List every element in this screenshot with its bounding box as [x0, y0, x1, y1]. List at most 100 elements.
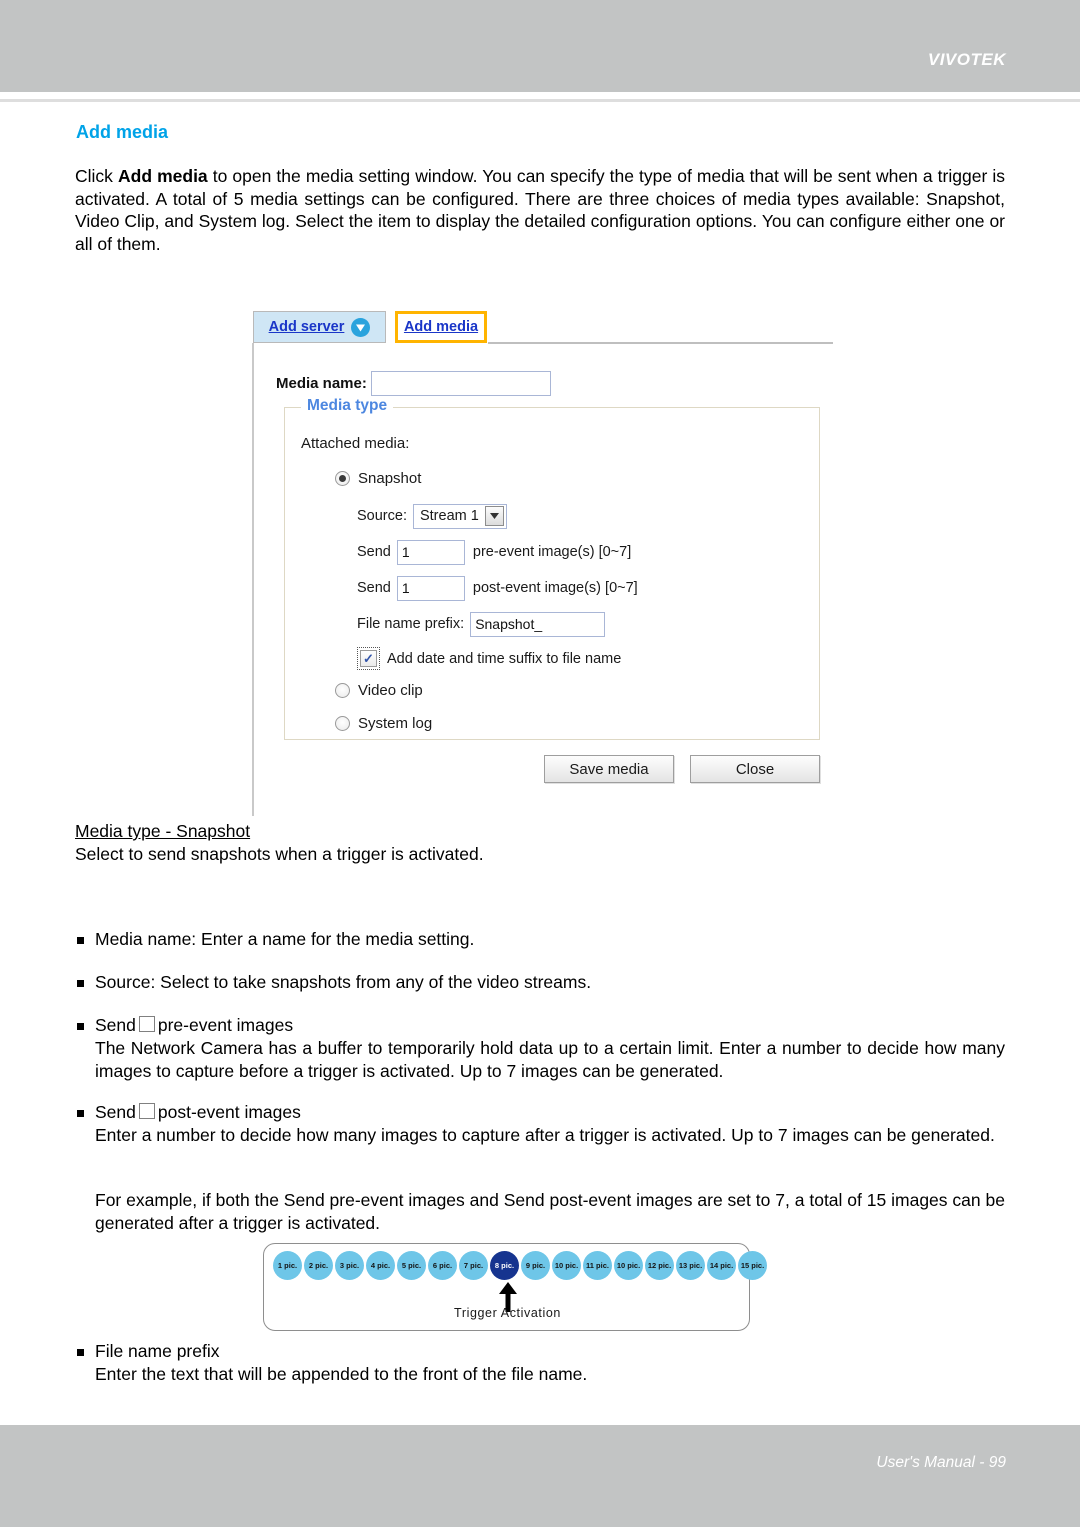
source-select[interactable]: Stream 1: [412, 503, 507, 529]
picture-circle: 3 pic.: [335, 1251, 364, 1280]
close-button[interactable]: Close: [690, 755, 820, 783]
checkbox-glyph-icon: [138, 1016, 155, 1032]
picture-circle: 9 pic.: [521, 1251, 550, 1280]
pre-event-row: Send 1 pre-event image(s) [0~7]: [357, 539, 797, 565]
tab-add-media[interactable]: Add media: [395, 311, 487, 343]
intro-prefix: Click: [75, 166, 118, 186]
bullet-media-name: Media name: Enter a name for the media s…: [75, 928, 1005, 951]
media-type-caption: Media type - Snapshot Select to send sna…: [75, 820, 484, 866]
date-suffix-checkbox-row[interactable]: ✓ Add date and time suffix to file name: [357, 647, 797, 670]
bullet-source: Source: Select to take snapshots from an…: [75, 971, 1005, 994]
bullet-media-name-text: Media name: Enter a name for the media s…: [75, 928, 1005, 951]
bullet-send-post-heading: Send post-event images: [75, 1101, 1005, 1124]
picture-circle: 2 pic.: [304, 1251, 333, 1280]
bullet-send-post-lead: Send: [95, 1102, 136, 1122]
media-name-input[interactable]: [370, 371, 551, 396]
radio-snapshot[interactable]: Snapshot: [335, 470, 421, 487]
post-event-hint: post-event image(s) [0~7]: [472, 580, 638, 596]
radio-snapshot-label: Snapshot: [358, 470, 422, 487]
footer-manual-text: User's Manual - 99: [876, 1454, 1006, 1471]
bullet-send-post-event: Send post-event images Enter a number to …: [75, 1101, 1005, 1147]
radio-snapshot-indicator: [335, 471, 350, 486]
bullet-send-pre-event: Send pre-event images The Network Camera …: [75, 1014, 1005, 1083]
post-event-count-input[interactable]: 1: [396, 575, 465, 601]
caption-description: Select to send snapshots when a trigger …: [75, 844, 484, 864]
picture-circle: 14 pic.: [707, 1251, 736, 1280]
radio-video-clip-indicator: [335, 683, 350, 698]
example-paragraph-text: For example, if both the Send pre-event …: [95, 1190, 1005, 1233]
bullet-source-text: Source: Select to take snapshots from an…: [75, 971, 1005, 994]
media-name-row: Media name:: [276, 371, 551, 396]
picture-circle: 15 pic.: [738, 1251, 767, 1280]
picture-circle: 11 pic.: [583, 1251, 612, 1280]
dialog-button-row: Save media Close: [254, 755, 820, 783]
date-suffix-checkbox-focus: ✓: [357, 647, 380, 670]
media-type-fieldset: Media type Attached media: Snapshot Sour…: [284, 397, 820, 740]
bullet-send-pre-body: The Network Camera has a buffer to tempo…: [95, 1038, 1005, 1081]
intro-paragraph: Click Add media to open the media settin…: [75, 165, 1005, 255]
vivotek-logo: VIVOTEK: [927, 50, 1006, 69]
bullet-file-name-prefix-heading: File name prefix: [75, 1340, 1005, 1363]
source-select-value: Stream 1: [419, 508, 479, 524]
page-footer-band: User's Manual - 99: [0, 1425, 1080, 1527]
radio-system-log[interactable]: System log: [335, 715, 432, 732]
picture-circle: 10 pic.: [614, 1251, 643, 1280]
radio-system-log-indicator: [335, 716, 350, 731]
media-name-label: Media name:: [276, 375, 367, 392]
bullet-file-name-prefix-body: Enter the text that will be appended to …: [95, 1364, 588, 1384]
source-row: Source: Stream 1: [357, 503, 797, 529]
radio-video-clip[interactable]: Video clip: [335, 682, 423, 699]
send-post-label: Send: [357, 580, 391, 596]
date-suffix-checkbox-label: Add date and time suffix to file name: [387, 650, 622, 667]
dialog-tabs: Add server Add media: [252, 308, 837, 346]
tab-add-media-label: Add media: [403, 319, 479, 335]
intro-rest: to open the media setting window. You ca…: [75, 166, 1005, 254]
picture-circle: 5 pic.: [397, 1251, 426, 1280]
picture-circle: 6 pic.: [428, 1251, 457, 1280]
bullet-send-pre-heading: Send pre-event images: [75, 1014, 1005, 1037]
source-label: Source:: [357, 508, 407, 524]
file-name-prefix-input[interactable]: Snapshot_: [470, 611, 606, 637]
media-type-legend: Media type: [301, 397, 394, 415]
bullet-send-pre-trail: pre-event images: [157, 1015, 294, 1035]
checkbox-glyph-icon: [138, 1103, 155, 1119]
trigger-timeline-diagram: 1 pic. 2 pic. 3 pic. 4 pic. 5 pic. 6 pic. 7 pi…: [263, 1243, 767, 1331]
picture-circle: 10 pic.: [552, 1251, 581, 1280]
bullet-send-post-body: Enter a number to decide how many images…: [95, 1125, 995, 1145]
trigger-activation-label: Trigger Activation: [454, 1306, 561, 1320]
add-media-dialog: Add server Add media Media name: Media t…: [252, 308, 837, 818]
chevron-down-icon: [351, 317, 371, 337]
header-divider: [0, 99, 1080, 102]
picture-circle: 8 pic.: [490, 1251, 519, 1280]
picture-circle: 12 pic.: [645, 1251, 674, 1280]
date-suffix-checkbox[interactable]: ✓: [360, 650, 377, 667]
picture-circle: 4 pic.: [366, 1251, 395, 1280]
bullet-send-post-trail: post-event images: [157, 1102, 301, 1122]
file-name-prefix-row: File name prefix: Snapshot_: [357, 611, 797, 637]
attached-media-label: Attached media:: [301, 435, 410, 452]
radio-system-log-label: System log: [358, 715, 433, 732]
picture-circle: 7 pic.: [459, 1251, 488, 1280]
picture-circle: 1 pic.: [273, 1251, 302, 1280]
send-pre-label: Send: [357, 544, 391, 560]
caption-title: Media type - Snapshot: [75, 821, 251, 841]
page-header-band: VIVOTEK: [0, 0, 1080, 92]
radio-video-clip-label: Video clip: [358, 682, 423, 699]
example-paragraph: For example, if both the Send pre-event …: [75, 1189, 1005, 1235]
save-media-button[interactable]: Save media: [544, 755, 674, 783]
dialog-body: Media name: Media type Attached media: S…: [252, 343, 837, 816]
bullet-send-pre-lead: Send: [95, 1015, 136, 1035]
snapshot-options: Source: Stream 1 Send 1 pre-event image(…: [357, 503, 797, 670]
pre-event-count-input[interactable]: 1: [396, 539, 465, 565]
pre-event-hint: pre-event image(s) [0~7]: [472, 544, 632, 560]
chevron-down-icon: [484, 506, 504, 526]
post-event-row: Send 1 post-event image(s) [0~7]: [357, 575, 797, 601]
bullet-file-name-prefix: File name prefix Enter the text that wil…: [75, 1340, 1005, 1386]
file-name-prefix-label: File name prefix:: [357, 616, 465, 632]
tab-add-server[interactable]: Add server: [253, 311, 386, 343]
intro-bold-term: Add media: [118, 166, 208, 186]
picture-circle: 13 pic.: [676, 1251, 705, 1280]
picture-circle-row: 1 pic. 2 pic. 3 pic. 4 pic. 5 pic. 6 pic. 7 pi…: [273, 1251, 767, 1280]
tab-add-server-label: Add server: [268, 319, 345, 335]
page-title: Add media: [76, 122, 169, 142]
